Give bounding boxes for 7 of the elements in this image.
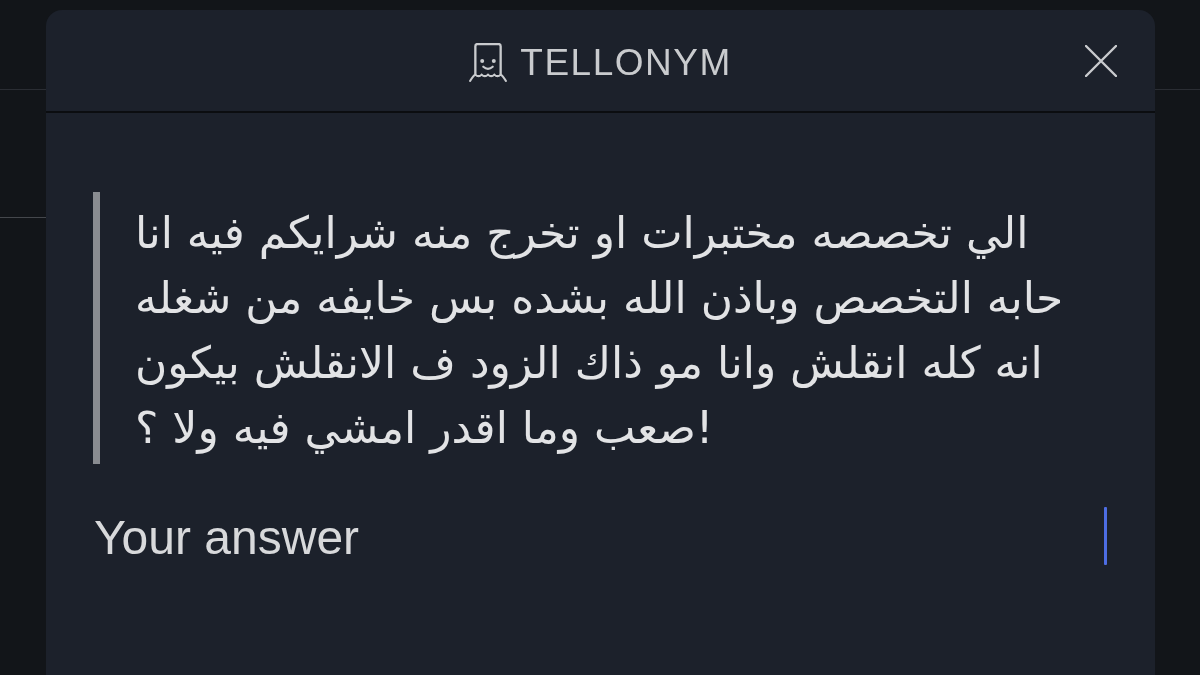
question-text: الي تخصصه مختبرات او تخرج منه شرايكم فيه انا حابه التخصص وباذن الله بشده بس خايفه من شغله انه كله انقلش وانا مو ذاك الزود ف الانقلش بيكون صعب وما اقدر امشي فيه ولا ؟! xyxy=(135,206,1065,456)
answer-field[interactable]: Your answer xyxy=(93,510,1108,640)
text-cursor-icon xyxy=(1104,507,1107,565)
close-button[interactable] xyxy=(1085,44,1117,77)
close-icon xyxy=(1085,44,1117,77)
brand-name: TELLONYM xyxy=(520,44,732,81)
smiling-bag-icon xyxy=(469,43,508,82)
